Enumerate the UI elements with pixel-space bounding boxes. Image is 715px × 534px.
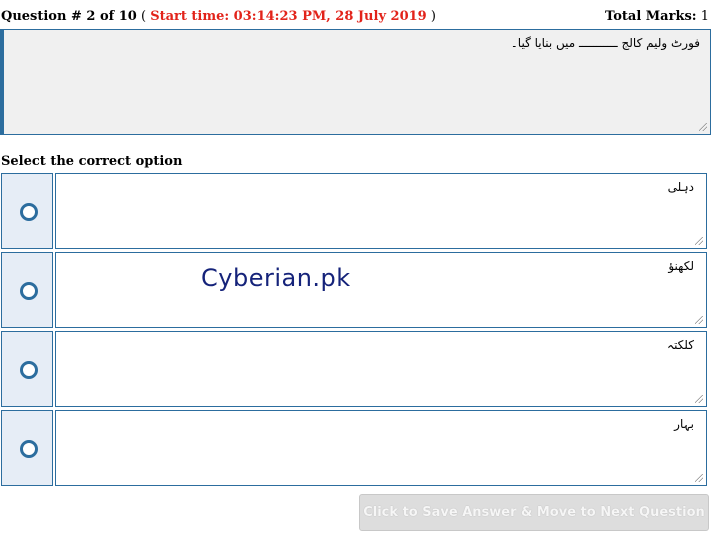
- option-1-radio-cell[interactable]: [1, 173, 53, 249]
- open-paren: (: [140, 9, 147, 24]
- option-3-text: کلکتہ: [667, 338, 694, 352]
- option-3-textarea[interactable]: کلکتہ: [55, 331, 707, 407]
- total-marks-value: 1: [700, 9, 709, 24]
- option-2-radio[interactable]: [20, 282, 38, 300]
- option-4-radio-cell[interactable]: [1, 410, 53, 486]
- option-1-textarea[interactable]: دہلی: [55, 173, 707, 249]
- option-2-radio-cell[interactable]: [1, 252, 53, 328]
- question-counter: Question # 2 of 10 ( Start time: 03:14:2…: [1, 9, 436, 24]
- option-row-1: دہلی: [1, 173, 707, 249]
- option-1-radio[interactable]: [20, 203, 38, 221]
- total-marks-label: Total Marks:: [605, 9, 697, 24]
- question-textarea[interactable]: فورٹ ولیم کالج ـــــــــــ میں بنایا گیا…: [0, 29, 711, 135]
- option-row-2: لکھنؤ: [1, 252, 707, 328]
- close-paren: ): [430, 9, 436, 24]
- resize-handle-icon[interactable]: [699, 123, 707, 131]
- start-time: Start time: 03:14:23 PM, 28 July 2019: [150, 9, 427, 24]
- quiz-header: Question # 2 of 10 ( Start time: 03:14:2…: [0, 9, 711, 27]
- watermark: Cyberian.pk: [201, 264, 351, 292]
- total-marks: Total Marks: 1: [605, 9, 709, 24]
- option-2-text: لکھنؤ: [668, 259, 694, 273]
- resize-handle-icon[interactable]: [695, 237, 703, 245]
- option-4-textarea[interactable]: بہار: [55, 410, 707, 486]
- option-2-textarea[interactable]: لکھنؤ: [55, 252, 707, 328]
- option-row-4: بہار: [1, 410, 707, 486]
- resize-handle-icon[interactable]: [695, 395, 703, 403]
- resize-handle-icon[interactable]: [695, 316, 703, 324]
- option-1-text: دہلی: [667, 180, 694, 194]
- instruction-label: Select the correct option: [1, 154, 183, 169]
- option-3-radio[interactable]: [20, 361, 38, 379]
- option-4-text: بہار: [674, 417, 694, 431]
- option-3-radio-cell[interactable]: [1, 331, 53, 407]
- resize-handle-icon[interactable]: [695, 474, 703, 482]
- question-text: فورٹ ولیم کالج ـــــــــــ میں بنایا گیا…: [510, 36, 700, 50]
- save-next-button[interactable]: Click to Save Answer & Move to Next Ques…: [359, 494, 709, 531]
- option-row-3: کلکتہ: [1, 331, 707, 407]
- option-4-radio[interactable]: [20, 440, 38, 458]
- question-number: Question # 2 of 10: [1, 9, 137, 24]
